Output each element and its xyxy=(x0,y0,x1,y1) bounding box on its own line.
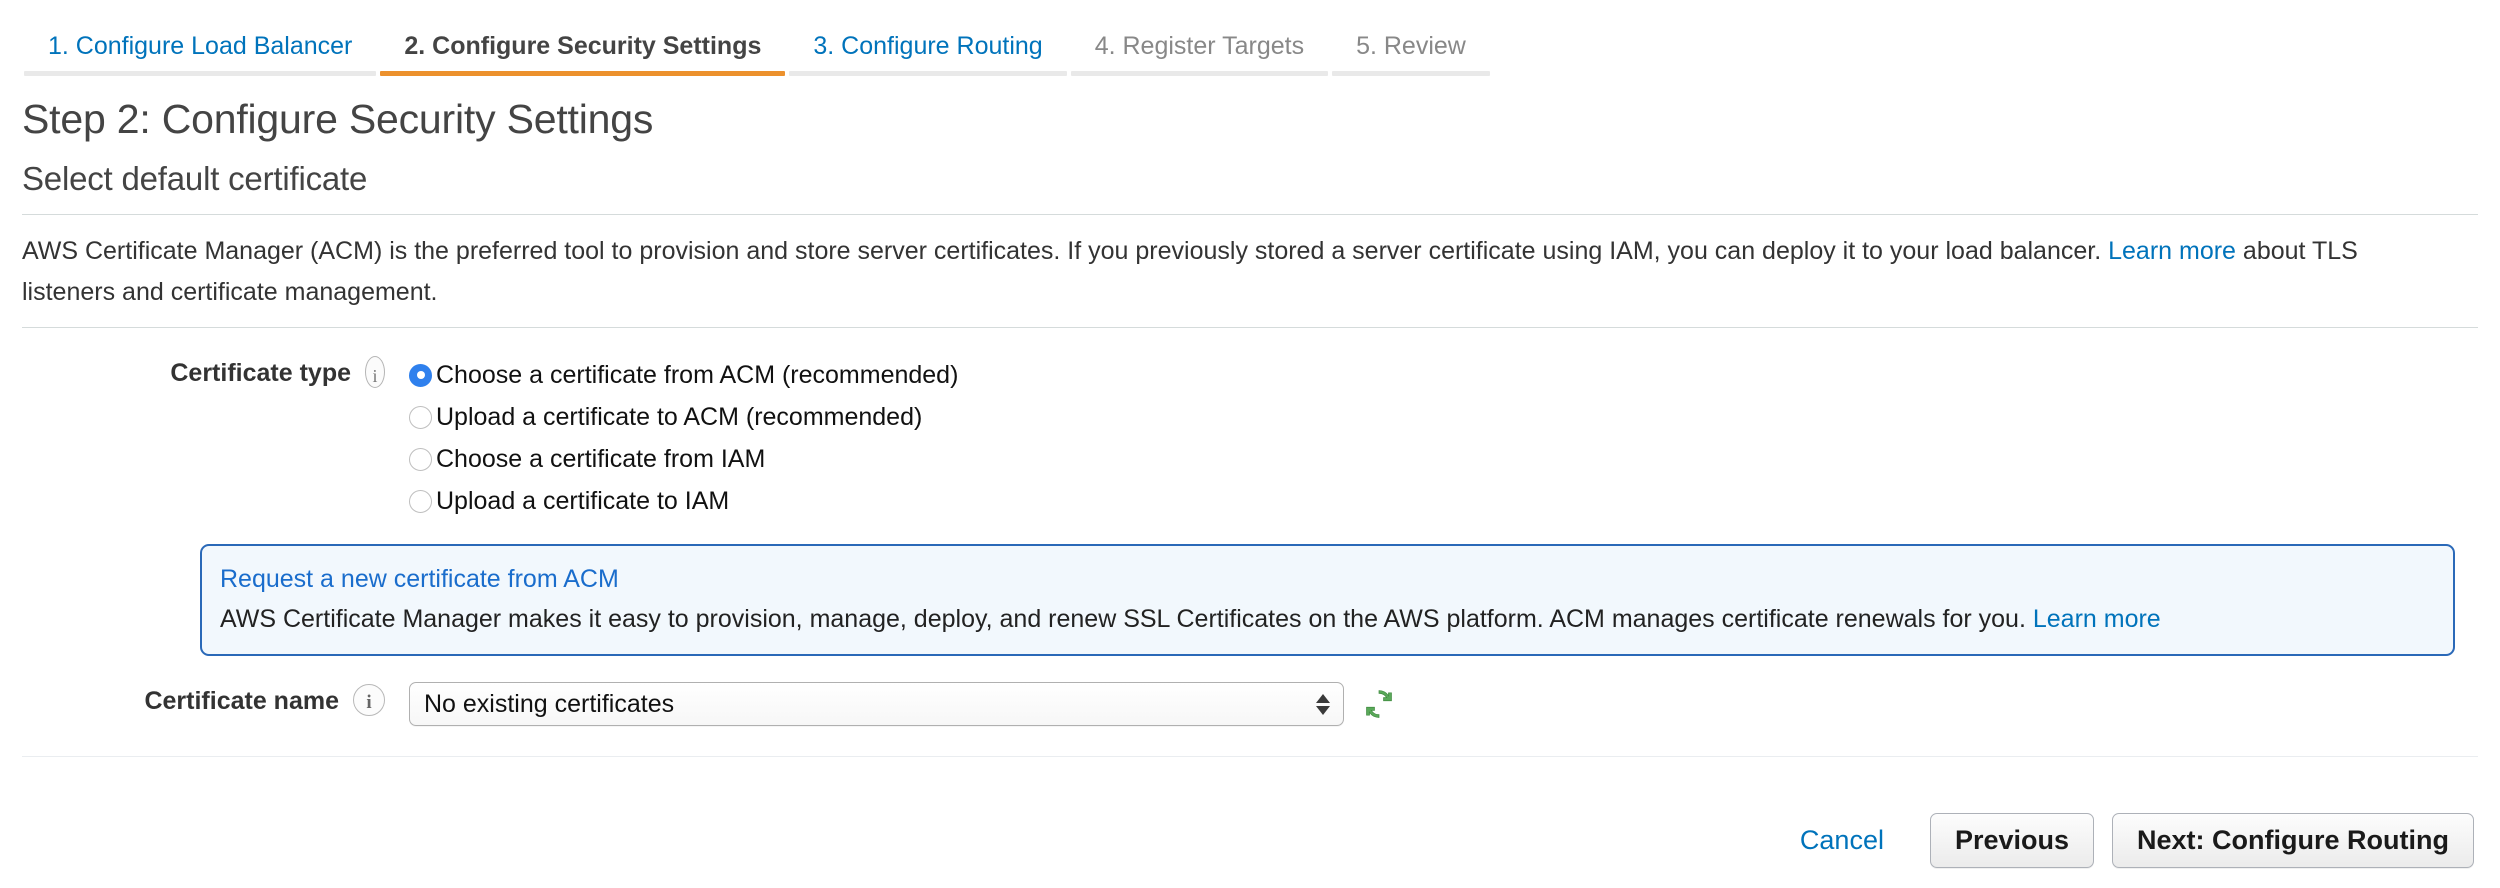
request-new-certificate-link[interactable]: Request a new certificate from ACM xyxy=(220,560,619,598)
certificate-name-control: No existing certificates xyxy=(385,682,1396,726)
section-title: Select default certificate xyxy=(22,158,2500,200)
certificate-name-row: Certificate name No existing certificate… xyxy=(0,682,2500,726)
wizard-footer: Cancel Previous Next: Configure Routing xyxy=(0,792,2500,888)
chevron-updown-icon xyxy=(1315,694,1331,715)
certificate-type-row: Certificate type Choose a certificate fr… xyxy=(0,354,2500,522)
tab-label: 5. Review xyxy=(1356,32,1466,60)
radio-label: Choose a certificate from IAM xyxy=(436,444,765,474)
tab-label: 4. Register Targets xyxy=(1095,32,1304,60)
certificate-name-label-cell: Certificate name xyxy=(0,682,385,718)
certificate-type-label: Certificate type xyxy=(170,359,351,387)
tab-underline xyxy=(789,71,1066,76)
divider-above-footer xyxy=(22,756,2478,757)
wizard-step-tabs: 1. Configure Load Balancer 2. Configure … xyxy=(0,0,2500,76)
tab-configure-load-balancer[interactable]: 1. Configure Load Balancer xyxy=(22,31,378,76)
tab-underline xyxy=(1071,71,1328,76)
tab-label: 2. Configure Security Settings xyxy=(404,32,761,60)
certificate-type-label-cell: Certificate type xyxy=(0,354,385,390)
tab-label: 1. Configure Load Balancer xyxy=(48,32,352,60)
radio-choose-certificate-from-acm[interactable]: Choose a certificate from ACM (recommend… xyxy=(409,354,958,396)
radio-label: Upload a certificate to ACM (recommended… xyxy=(436,402,922,432)
tab-review[interactable]: 5. Review xyxy=(1330,31,1492,76)
radio-upload-certificate-to-iam[interactable]: Upload a certificate to IAM xyxy=(409,480,958,522)
intro-paragraph: AWS Certificate Manager (ACM) is the pre… xyxy=(22,231,2452,313)
intro-text-part-1: AWS Certificate Manager (ACM) is the pre… xyxy=(22,237,2108,265)
radio-label: Upload a certificate to IAM xyxy=(436,486,729,516)
tab-register-targets[interactable]: 4. Register Targets xyxy=(1069,31,1330,76)
radio-mark-icon xyxy=(409,490,432,513)
tab-label: 3. Configure Routing xyxy=(813,32,1042,60)
info-icon[interactable] xyxy=(365,356,385,388)
tab-configure-routing[interactable]: 3. Configure Routing xyxy=(787,31,1068,76)
certificate-name-selected-value: No existing certificates xyxy=(424,690,1315,719)
cancel-button[interactable]: Cancel xyxy=(1800,825,1884,856)
info-icon[interactable] xyxy=(353,684,385,716)
previous-button[interactable]: Previous xyxy=(1930,813,2094,868)
next-configure-routing-button[interactable]: Next: Configure Routing xyxy=(2112,813,2474,868)
callout-body-text: AWS Certificate Manager makes it easy to… xyxy=(220,605,2033,633)
certificate-name-label: Certificate name xyxy=(144,687,339,715)
callout-learn-more-link[interactable]: Learn more xyxy=(2033,605,2161,633)
radio-mark-icon xyxy=(409,448,432,471)
radio-upload-certificate-to-acm[interactable]: Upload a certificate to ACM (recommended… xyxy=(409,396,958,438)
radio-mark-icon xyxy=(409,406,432,429)
tab-configure-security-settings[interactable]: 2. Configure Security Settings xyxy=(378,31,787,76)
refresh-icon[interactable] xyxy=(1362,687,1396,721)
acm-info-callout: Request a new certificate from ACM AWS C… xyxy=(200,544,2455,656)
tab-underline-active xyxy=(380,71,785,76)
certificate-name-select[interactable]: No existing certificates xyxy=(409,682,1344,726)
page-title: Step 2: Configure Security Settings xyxy=(22,94,2500,144)
tab-underline xyxy=(1332,71,1490,76)
callout-body: AWS Certificate Manager makes it easy to… xyxy=(220,600,2435,638)
learn-more-link[interactable]: Learn more xyxy=(2108,237,2236,265)
radio-choose-certificate-from-iam[interactable]: Choose a certificate from IAM xyxy=(409,438,958,480)
divider-below-intro xyxy=(22,327,2478,328)
radio-mark-icon xyxy=(409,364,432,387)
divider-below-section-title xyxy=(22,214,2478,215)
certificate-type-options: Choose a certificate from ACM (recommend… xyxy=(385,354,958,522)
tab-underline xyxy=(24,71,376,76)
radio-label: Choose a certificate from ACM (recommend… xyxy=(436,360,958,390)
